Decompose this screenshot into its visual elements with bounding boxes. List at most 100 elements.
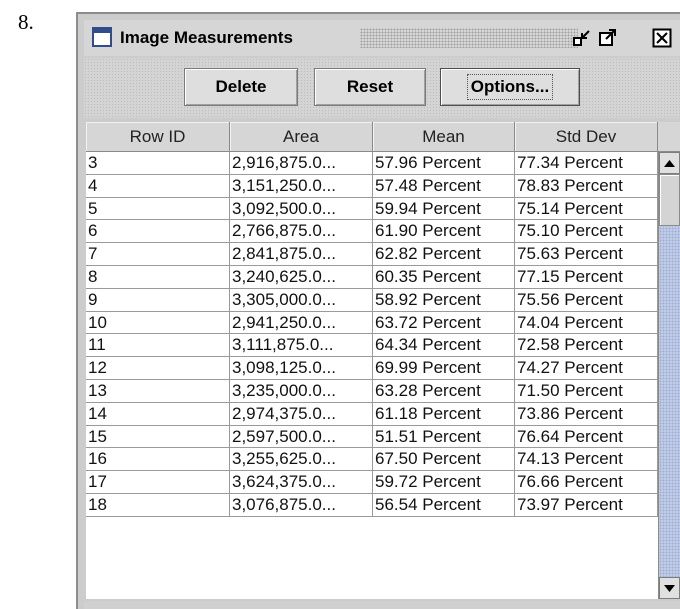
table-cell[interactable]: 3,255,625.0...	[230, 448, 373, 472]
table-cell[interactable]: 59.72 Percent	[373, 471, 515, 494]
table-cell[interactable]: 13	[86, 379, 230, 403]
table-cell[interactable]: 61.90 Percent	[373, 220, 515, 244]
table-row[interactable]: 13 3,235,000.0... 63.28 Percent 71.50 Perce…	[86, 379, 658, 403]
table-cell[interactable]: 71.50 Percent	[515, 379, 658, 403]
table-cell[interactable]: 3,624,375.0...	[230, 471, 373, 494]
table-cell[interactable]: 74.13 Percent	[515, 448, 658, 472]
table-cell[interactable]: 56.54 Percent	[373, 493, 515, 517]
table-cell[interactable]: 67.50 Percent	[373, 448, 515, 472]
column-header-row-id[interactable]: Row ID	[86, 122, 230, 152]
image-measurements-window: Image Measurements Delete Reset Options.…	[76, 12, 680, 609]
table-cell[interactable]: 61.18 Percent	[373, 402, 515, 426]
reset-button[interactable]: Reset	[314, 68, 426, 106]
table-cell[interactable]: 3,092,500.0...	[230, 197, 373, 221]
table-cell[interactable]: 75.63 Percent	[515, 243, 658, 266]
table-cell[interactable]: 78.83 Percent	[515, 174, 658, 198]
table-row[interactable]: 14 2,974,375.0... 61.18 Percent 73.86 Perce…	[86, 402, 658, 426]
table-cell[interactable]: 58.92 Percent	[373, 288, 515, 312]
table-row[interactable]: 6 2,766,875.0... 61.90 Percent 75.10 Percen…	[86, 220, 658, 244]
table-cell[interactable]: 77.34 Percent	[515, 152, 658, 175]
table-row[interactable]: 5 3,092,500.0... 59.94 Percent 75.14 Percen…	[86, 197, 658, 221]
table-cell[interactable]: 4	[86, 174, 230, 198]
toolbar: Delete Reset Options...	[84, 58, 680, 118]
table-cell[interactable]: 3,305,000.0...	[230, 288, 373, 312]
table-cell[interactable]: 60.35 Percent	[373, 265, 515, 289]
table-cell[interactable]: 63.28 Percent	[373, 379, 515, 403]
table-cell[interactable]: 12	[86, 357, 230, 380]
table-cell[interactable]: 8	[86, 265, 230, 289]
table-cell[interactable]: 73.86 Percent	[515, 402, 658, 426]
table-cell[interactable]: 74.27 Percent	[515, 357, 658, 380]
table-row[interactable]: 16 3,255,625.0... 67.50 Percent 74.13 Perce…	[86, 448, 658, 472]
maximize-icon[interactable]	[598, 28, 618, 48]
table-cell[interactable]: 76.66 Percent	[515, 471, 658, 494]
table-cell[interactable]: 3,076,875.0...	[230, 493, 373, 517]
table-cell[interactable]: 75.56 Percent	[515, 288, 658, 312]
table-cell[interactable]: 74.04 Percent	[515, 311, 658, 335]
table-cell[interactable]: 72.58 Percent	[515, 334, 658, 358]
delete-button[interactable]: Delete	[184, 68, 298, 106]
table-row[interactable]: 4 3,151,250.0... 57.48 Percent 78.83 Percen…	[86, 174, 658, 198]
table-cell[interactable]: 16	[86, 448, 230, 472]
table-row[interactable]: 10 2,941,250.0... 63.72 Percent 74.04 Perce…	[86, 311, 658, 335]
arrow-up-icon[interactable]	[659, 152, 680, 174]
minimize-icon[interactable]	[572, 28, 592, 48]
table-cell[interactable]: 2,766,875.0...	[230, 220, 373, 244]
table-cell[interactable]: 10	[86, 311, 230, 335]
table-cell[interactable]: 2,597,500.0...	[230, 425, 373, 449]
table-row[interactable]: 9 3,305,000.0... 58.92 Percent 75.56 Percen…	[86, 288, 658, 312]
table-cell[interactable]: 59.94 Percent	[373, 197, 515, 221]
column-header-area[interactable]: Area	[230, 122, 373, 152]
arrow-down-icon[interactable]	[659, 577, 680, 599]
table-cell[interactable]: 18	[86, 493, 230, 517]
table-cell[interactable]: 3,098,125.0...	[230, 357, 373, 380]
window-icon	[92, 27, 112, 47]
table-cell[interactable]: 3,151,250.0...	[230, 174, 373, 198]
table-cell[interactable]: 76.64 Percent	[515, 425, 658, 449]
table-cell[interactable]: 15	[86, 425, 230, 449]
scrollbar-thumb[interactable]	[659, 174, 680, 226]
table-cell[interactable]: 75.10 Percent	[515, 220, 658, 244]
title-bar[interactable]: Image Measurements	[84, 20, 680, 56]
table-cell[interactable]: 11	[86, 334, 230, 358]
table-cell[interactable]: 2,916,875.0...	[230, 152, 373, 175]
table-cell[interactable]: 14	[86, 402, 230, 426]
column-header-std-dev[interactable]: Std Dev	[515, 122, 658, 152]
table-cell[interactable]: 3	[86, 152, 230, 175]
table-cell[interactable]: 57.96 Percent	[373, 152, 515, 175]
column-header-mean[interactable]: Mean	[373, 122, 515, 152]
table-cell[interactable]: 69.99 Percent	[373, 357, 515, 380]
table-cell[interactable]: 5	[86, 197, 230, 221]
table-cell[interactable]: 77.15 Percent	[515, 265, 658, 289]
table-cell[interactable]: 62.82 Percent	[373, 243, 515, 266]
table-cell[interactable]: 51.51 Percent	[373, 425, 515, 449]
table-row[interactable]: 17 3,624,375.0... 59.72 Percent 76.66 Perce…	[86, 471, 658, 494]
table-cell[interactable]: 3,235,000.0...	[230, 379, 373, 403]
table-cell[interactable]: 64.34 Percent	[373, 334, 515, 358]
table-row[interactable]: 11 3,111,875.0... 64.34 Percent 72.58 Perce…	[86, 334, 658, 358]
table-row[interactable]: 18 3,076,875.0... 56.54 Percent 73.97 Perce…	[86, 493, 658, 517]
table-cell[interactable]: 6	[86, 220, 230, 244]
vertical-scrollbar[interactable]	[658, 152, 680, 599]
table-cell[interactable]: 7	[86, 243, 230, 266]
table-row[interactable]: 8 3,240,625.0... 60.35 Percent 77.15 Percen…	[86, 265, 658, 289]
options-button-label: Options...	[466, 74, 554, 100]
close-icon[interactable]	[652, 28, 672, 48]
table-cell[interactable]: 2,941,250.0...	[230, 311, 373, 335]
options-button[interactable]: Options...	[440, 68, 580, 106]
table-row[interactable]: 12 3,098,125.0... 69.99 Percent 74.27 Perce…	[86, 357, 658, 380]
table-cell[interactable]: 75.14 Percent	[515, 197, 658, 221]
table-row[interactable]: 15 2,597,500.0... 51.51 Percent 76.64 Perce…	[86, 425, 658, 449]
table-cell[interactable]: 17	[86, 471, 230, 494]
table-cell[interactable]: 9	[86, 288, 230, 312]
title-bar-grip	[360, 28, 578, 48]
table-cell[interactable]: 63.72 Percent	[373, 311, 515, 335]
table-row[interactable]: 7 2,841,875.0... 62.82 Percent 75.63 Percen…	[86, 243, 658, 266]
table-cell[interactable]: 2,974,375.0...	[230, 402, 373, 426]
table-cell[interactable]: 3,111,875.0...	[230, 334, 373, 358]
table-cell[interactable]: 73.97 Percent	[515, 493, 658, 517]
table-cell[interactable]: 57.48 Percent	[373, 174, 515, 198]
table-cell[interactable]: 3,240,625.0...	[230, 265, 373, 289]
table-row[interactable]: 3 2,916,875.0... 57.96 Percent 77.34 Percen…	[86, 152, 658, 175]
table-cell[interactable]: 2,841,875.0...	[230, 243, 373, 266]
